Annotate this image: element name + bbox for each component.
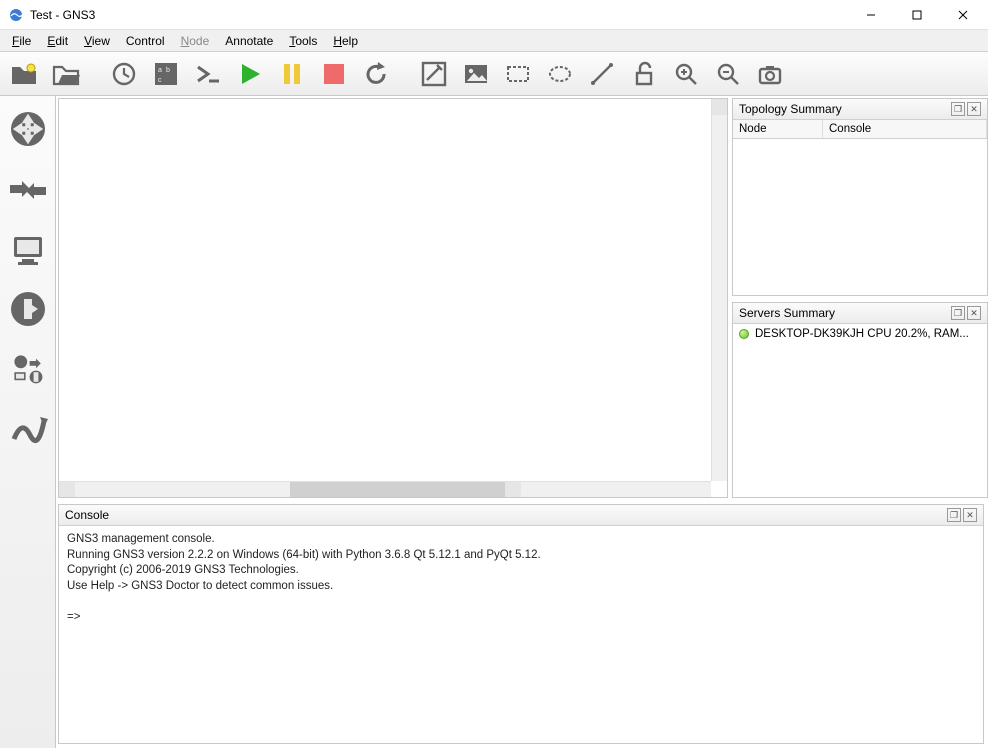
browse-security-devices-button[interactable]: [5, 286, 51, 332]
menu-node: Node: [173, 32, 218, 50]
svg-text:b: b: [166, 67, 170, 74]
servers-body: DESKTOP-DK39KJH CPU 20.2%, RAM...: [733, 324, 987, 497]
console-undock-button[interactable]: ❐: [947, 508, 961, 522]
zoom-out-button[interactable]: [712, 58, 744, 90]
draw-rectangle-button[interactable]: [502, 58, 534, 90]
menu-edit[interactable]: Edit: [39, 32, 76, 50]
menu-tools[interactable]: Tools: [281, 32, 325, 50]
svg-text:c: c: [158, 77, 162, 84]
menu-help[interactable]: Help: [325, 32, 366, 50]
servers-summary-title: Servers Summary: [739, 306, 949, 320]
close-button[interactable]: [940, 0, 986, 30]
server-label: DESKTOP-DK39KJH CPU 20.2%, RAM...: [755, 328, 969, 340]
device-toolbar: [0, 96, 56, 748]
browse-switches-button[interactable]: [5, 166, 51, 212]
console-panel: Console ❐ ✕ GNS3 management console. Run…: [58, 504, 984, 744]
recent-button[interactable]: [108, 58, 140, 90]
menu-view[interactable]: View: [76, 32, 118, 50]
maximize-button[interactable]: [894, 0, 940, 30]
stop-all-button[interactable]: [318, 58, 350, 90]
add-link-button[interactable]: [5, 406, 51, 452]
browse-all-devices-button[interactable]: [5, 346, 51, 392]
topology-body: [733, 139, 987, 295]
canvas-vertical-scrollbar[interactable]: [711, 99, 727, 481]
svg-text:a: a: [158, 67, 162, 74]
minimize-button[interactable]: [848, 0, 894, 30]
zoom-in-button[interactable]: [670, 58, 702, 90]
start-all-button[interactable]: [234, 58, 266, 90]
topology-col-node[interactable]: Node: [733, 120, 823, 138]
main-toolbar: abc: [0, 52, 988, 96]
reload-all-button[interactable]: [360, 58, 392, 90]
console-close-button[interactable]: ✕: [963, 508, 977, 522]
console-title: Console: [65, 508, 945, 522]
topology-canvas[interactable]: [58, 98, 728, 498]
console-button[interactable]: [192, 58, 224, 90]
topology-summary-panel: Topology Summary ❐ ✕ Node Console: [732, 98, 988, 296]
topology-col-console[interactable]: Console: [823, 120, 987, 138]
show-grid-button[interactable]: abc: [150, 58, 182, 90]
servers-undock-button[interactable]: ❐: [951, 306, 965, 320]
servers-close-button[interactable]: ✕: [967, 306, 981, 320]
topology-columns: Node Console: [733, 120, 987, 139]
browse-end-devices-button[interactable]: [5, 226, 51, 272]
canvas-horizontal-scrollbar[interactable]: [59, 481, 711, 497]
console-output[interactable]: GNS3 management console. Running GNS3 ve…: [59, 526, 983, 743]
servers-summary-panel: Servers Summary ❐ ✕ DESKTOP-DK39KJH CPU …: [732, 302, 988, 498]
insert-picture-button[interactable]: [460, 58, 492, 90]
server-status-icon: [739, 329, 749, 339]
suspend-all-button[interactable]: [276, 58, 308, 90]
topology-summary-title: Topology Summary: [739, 102, 949, 116]
app-icon: [8, 7, 24, 23]
server-row[interactable]: DESKTOP-DK39KJH CPU 20.2%, RAM...: [739, 328, 981, 340]
topology-undock-button[interactable]: ❐: [951, 102, 965, 116]
browse-routers-button[interactable]: [5, 106, 51, 152]
topology-close-button[interactable]: ✕: [967, 102, 981, 116]
open-project-button[interactable]: [50, 58, 82, 90]
lock-button[interactable]: [628, 58, 660, 90]
menu-annotate[interactable]: Annotate: [217, 32, 281, 50]
menu-control[interactable]: Control: [118, 32, 173, 50]
menubar: File Edit View Control Node Annotate Too…: [0, 30, 988, 52]
screenshot-button[interactable]: [754, 58, 786, 90]
window-title: Test - GNS3: [30, 8, 95, 22]
new-project-button[interactable]: [8, 58, 40, 90]
menu-file[interactable]: File: [4, 32, 39, 50]
draw-line-button[interactable]: [586, 58, 618, 90]
add-note-button[interactable]: [418, 58, 450, 90]
titlebar: Test - GNS3: [0, 0, 988, 30]
draw-ellipse-button[interactable]: [544, 58, 576, 90]
